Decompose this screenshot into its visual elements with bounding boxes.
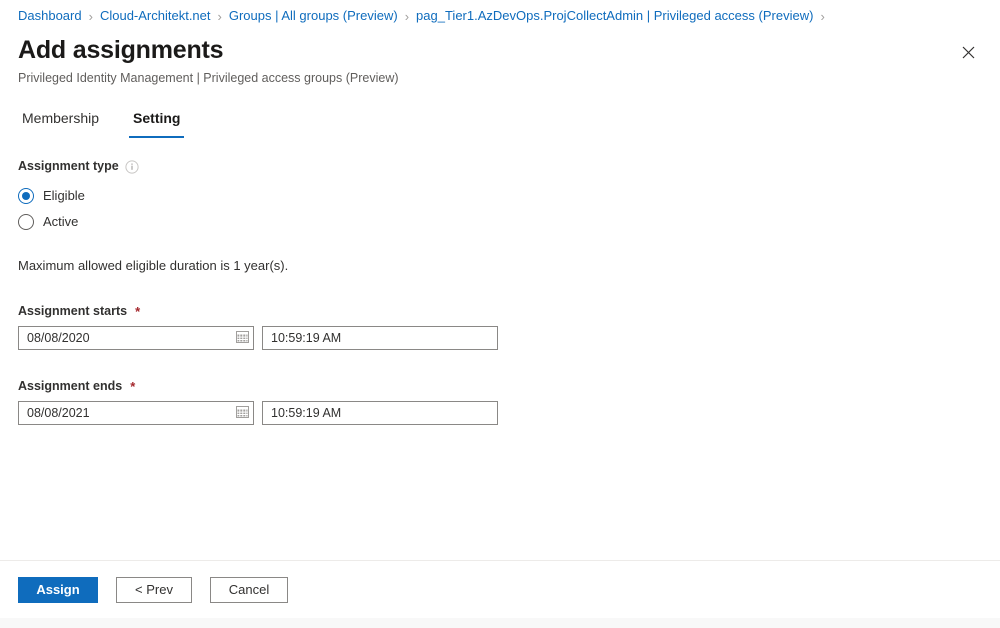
breadcrumb-item-privileged-access[interactable]: pag_Tier1.AzDevOps.ProjCollectAdmin | Pr… xyxy=(416,8,813,24)
assignment-starts-block: Assignment starts * xyxy=(18,303,982,350)
page-subtitle: Privileged Identity Management | Privile… xyxy=(18,71,399,85)
breadcrumb-separator-icon: › xyxy=(88,8,93,24)
page-title: Add assignments xyxy=(18,36,224,64)
assignment-ends-date-input[interactable] xyxy=(18,401,254,425)
assignment-ends-calendar-button[interactable] xyxy=(234,405,250,421)
assignment-ends-label-text: Assignment ends xyxy=(18,379,123,393)
assignment-starts-calendar-button[interactable] xyxy=(234,330,250,346)
assignment-ends-time-input[interactable] xyxy=(262,401,498,425)
radio-option-active[interactable]: Active xyxy=(18,209,982,235)
assignment-type-label-text: Assignment type xyxy=(18,159,119,173)
breadcrumb-item-dashboard[interactable]: Dashboard xyxy=(18,8,82,24)
radio-eligible-mark xyxy=(18,188,34,204)
assignment-ends-block: Assignment ends * xyxy=(18,378,982,425)
calendar-icon xyxy=(235,405,249,421)
assignment-starts-inputs xyxy=(18,326,982,350)
radio-active-mark xyxy=(18,214,34,230)
breadcrumb-separator-icon: › xyxy=(217,8,222,24)
required-asterisk: * xyxy=(130,379,136,394)
max-duration-note: Maximum allowed eligible duration is 1 y… xyxy=(18,258,289,273)
action-bar: Assign < Prev Cancel xyxy=(0,560,1000,628)
radio-active-label: Active xyxy=(43,214,79,229)
info-icon[interactable] xyxy=(125,159,139,174)
assignment-ends-label: Assignment ends * xyxy=(18,378,982,395)
calendar-icon xyxy=(235,330,249,346)
assignment-starts-date-input[interactable] xyxy=(18,326,254,350)
close-icon xyxy=(962,46,975,59)
breadcrumb-separator-icon: › xyxy=(820,8,825,24)
assign-button[interactable]: Assign xyxy=(18,576,98,603)
breadcrumb-item-groups[interactable]: Groups | All groups (Preview) xyxy=(229,8,398,24)
breadcrumb-item-tenant[interactable]: Cloud-Architekt.net xyxy=(100,8,211,24)
assignment-type-label: Assignment type xyxy=(18,158,982,175)
assignment-ends-time-wrap xyxy=(262,401,498,425)
assignment-starts-date-wrap xyxy=(18,326,254,350)
assignment-starts-time-wrap xyxy=(262,326,498,350)
radio-eligible-label: Eligible xyxy=(43,188,85,203)
close-button[interactable] xyxy=(952,36,984,68)
assignment-starts-time-input[interactable] xyxy=(262,326,498,350)
assignment-starts-label-text: Assignment starts xyxy=(18,304,128,318)
assignment-ends-inputs xyxy=(18,401,982,425)
tab-setting[interactable]: Setting xyxy=(129,104,185,138)
prev-button[interactable]: < Prev xyxy=(116,576,192,603)
tab-bar: Membership Setting xyxy=(18,104,1000,138)
tab-membership[interactable]: Membership xyxy=(18,104,103,138)
radio-option-eligible[interactable]: Eligible xyxy=(18,183,982,209)
breadcrumb-separator-icon: › xyxy=(404,8,410,24)
required-asterisk: * xyxy=(135,304,141,319)
assignment-ends-date-wrap xyxy=(18,401,254,425)
assignment-type-radio-group: Eligible Active xyxy=(18,183,982,235)
breadcrumb: Dashboard › Cloud-Architekt.net › Groups… xyxy=(0,0,1000,32)
cancel-button[interactable]: Cancel xyxy=(210,576,288,603)
page-header: Add assignments Privileged Identity Mana… xyxy=(18,34,940,87)
settings-form: Assignment type Eligible Active Maximum … xyxy=(18,158,982,425)
assignment-starts-label: Assignment starts * xyxy=(18,303,982,320)
